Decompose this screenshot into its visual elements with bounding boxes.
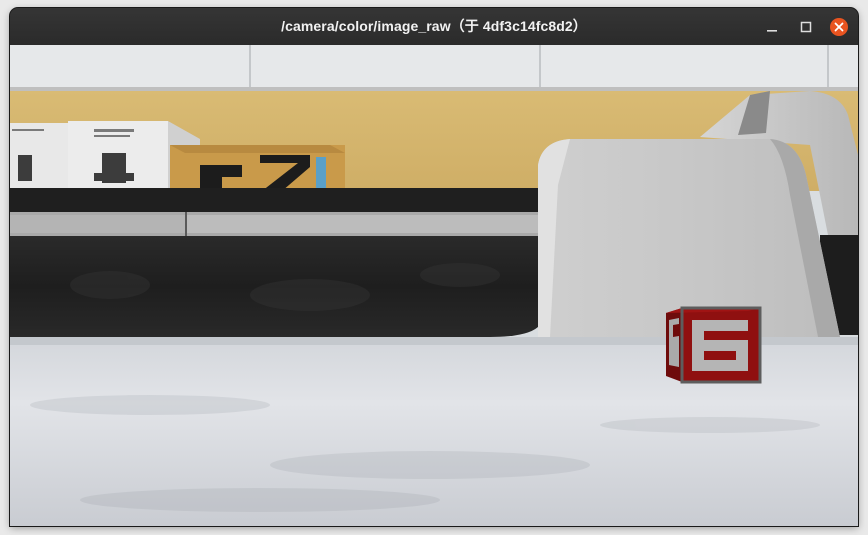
window-title: /camera/color/image_raw（于 4df3c14fc8d2） [281, 18, 587, 34]
image-viewer-window: /camera/color/image_raw（于 4df3c14fc8d2） [10, 8, 858, 526]
title-bar[interactable]: /camera/color/image_raw（于 4df3c14fc8d2） [10, 8, 858, 45]
close-icon [830, 18, 848, 36]
cardboard-box [170, 145, 345, 191]
minimize-icon [767, 30, 777, 32]
number-cube: 6 [666, 306, 762, 384]
close-button[interactable] [829, 17, 849, 37]
back-wall-upper [10, 45, 858, 89]
maximize-icon [800, 21, 812, 33]
camera-image: 6 [10, 45, 858, 526]
maximize-button[interactable] [796, 17, 816, 37]
barrier-top [10, 188, 550, 212]
camera-scene: 6 [10, 45, 858, 526]
minimize-button[interactable] [762, 17, 782, 37]
